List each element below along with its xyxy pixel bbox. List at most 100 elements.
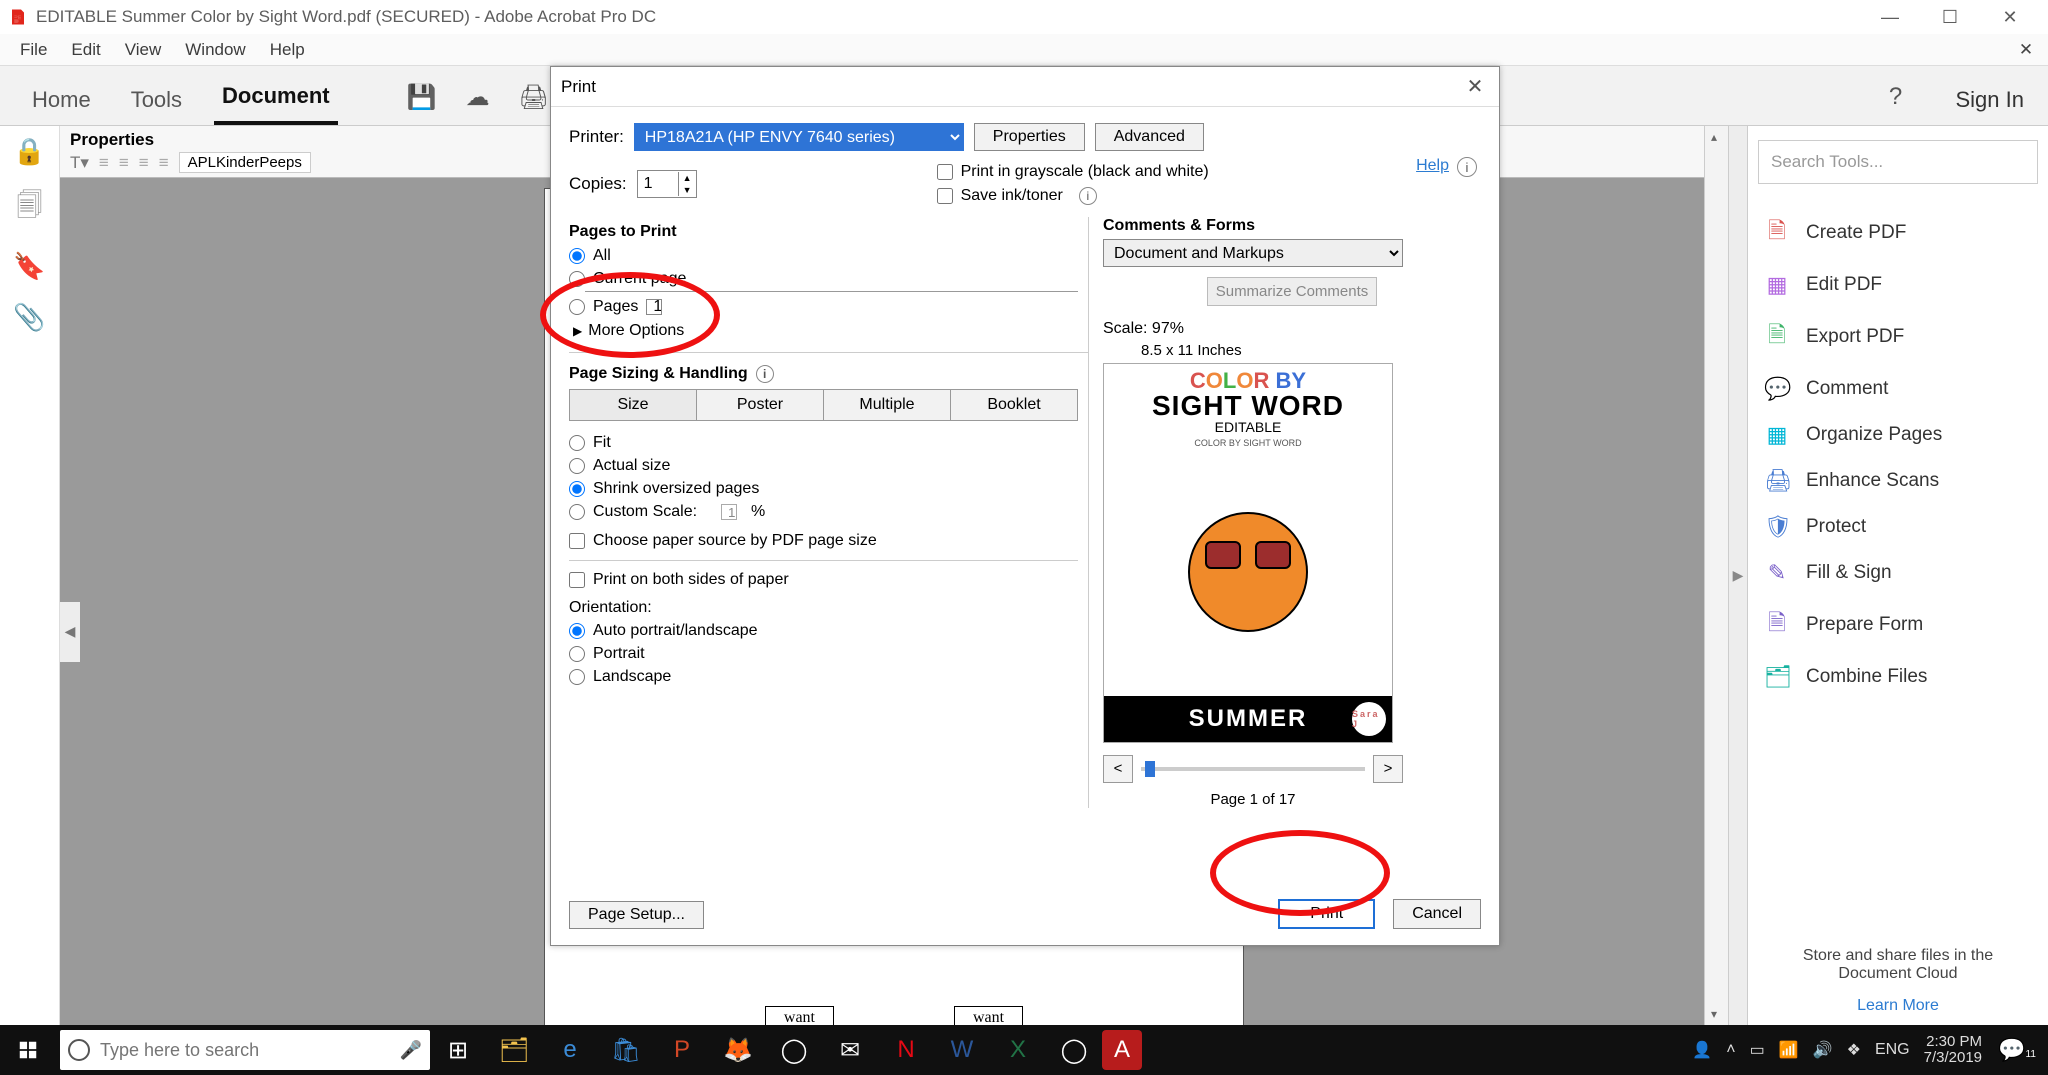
- tool-fill-sign[interactable]: ✎Fill & Sign: [1758, 552, 2038, 594]
- preview-slider[interactable]: [1141, 767, 1365, 771]
- tab-document[interactable]: Document: [214, 69, 338, 125]
- menu-edit[interactable]: Edit: [59, 36, 112, 64]
- grayscale-checkbox[interactable]: Print in grayscale (black and white): [937, 163, 1209, 181]
- radio-pages[interactable]: Pages: [569, 298, 1078, 316]
- print-icon[interactable]: 🖨: [518, 81, 550, 113]
- lock-icon[interactable]: 🔒: [13, 136, 45, 167]
- copies-input[interactable]: [638, 171, 678, 197]
- close-document-button[interactable]: ✕: [2012, 40, 2040, 60]
- pages-range-input[interactable]: [646, 299, 662, 315]
- excel-icon[interactable]: X: [990, 1025, 1046, 1075]
- tab-booklet[interactable]: Booklet: [951, 389, 1078, 421]
- dropbox-icon[interactable]: ❖: [1847, 1040, 1861, 1060]
- cancel-button[interactable]: Cancel: [1393, 899, 1481, 929]
- action-center-icon[interactable]: 💬11: [1996, 1037, 2038, 1063]
- tab-multiple[interactable]: Multiple: [824, 389, 951, 421]
- custom-scale-input[interactable]: [721, 504, 737, 520]
- tool-combine-files[interactable]: 🗂Combine Files: [1758, 656, 2038, 698]
- both-sides-checkbox[interactable]: Print on both sides of paper: [569, 571, 1078, 589]
- volume-icon[interactable]: 🔊: [1813, 1040, 1833, 1060]
- taskbar-search[interactable]: 🎤: [60, 1030, 430, 1070]
- print-button[interactable]: Print: [1278, 899, 1375, 929]
- edge-icon[interactable]: e: [542, 1025, 598, 1075]
- cloud-upload-icon[interactable]: ☁: [462, 81, 494, 113]
- maximize-button[interactable]: ☐: [1920, 0, 1980, 34]
- learn-more-link[interactable]: Learn More: [1758, 997, 2038, 1015]
- dialog-close-button[interactable]: ✕: [1461, 74, 1489, 99]
- comments-forms-select[interactable]: Document and Markups: [1103, 239, 1403, 267]
- store-icon[interactable]: 🛍: [598, 1025, 654, 1075]
- tool-export-pdf[interactable]: 🗎Export PDF: [1758, 310, 2038, 364]
- printer-select[interactable]: HP18A21A (HP ENVY 7640 series): [634, 123, 964, 151]
- radio-all[interactable]: All: [569, 247, 1078, 265]
- radio-current[interactable]: Current page: [569, 270, 1078, 288]
- sizing-info-icon[interactable]: i: [756, 365, 774, 383]
- menu-window[interactable]: Window: [173, 36, 257, 64]
- radio-fit[interactable]: Fit: [569, 434, 1078, 452]
- sign-in-link[interactable]: Sign In: [1956, 87, 2025, 113]
- language-indicator[interactable]: ENG: [1875, 1041, 1910, 1059]
- help-info-icon[interactable]: i: [1457, 157, 1477, 177]
- tab-size[interactable]: Size: [569, 389, 697, 421]
- mail-app-icon[interactable]: ✉: [822, 1025, 878, 1075]
- firefox-icon[interactable]: 🦊: [710, 1025, 766, 1075]
- pages-thumb-icon[interactable]: 🗐: [17, 187, 43, 231]
- copies-up[interactable]: ▲: [678, 172, 696, 184]
- task-view-icon[interactable]: ⊞: [430, 1025, 486, 1075]
- chrome2-icon[interactable]: ◯: [1046, 1025, 1102, 1075]
- copies-stepper[interactable]: ▲▼: [637, 170, 697, 198]
- chrome-icon[interactable]: ◯: [766, 1025, 822, 1075]
- powerpoint-icon[interactable]: P: [654, 1025, 710, 1075]
- battery-icon[interactable]: ▭: [1750, 1040, 1765, 1060]
- taskbar-clock[interactable]: 2:30 PM 7/3/2019: [1924, 1034, 1982, 1067]
- minimize-button[interactable]: —: [1860, 0, 1920, 34]
- close-window-button[interactable]: ✕: [1980, 0, 2040, 34]
- radio-landscape[interactable]: Landscape: [569, 668, 1078, 686]
- prev-page-arrow[interactable]: ◀: [60, 602, 80, 662]
- save-ink-checkbox[interactable]: Save ink/toneri: [937, 187, 1209, 205]
- align-left-icon[interactable]: ≡: [99, 153, 109, 173]
- acrobat-task-icon[interactable]: A: [1102, 1030, 1142, 1070]
- menu-file[interactable]: File: [8, 36, 59, 64]
- preview-next-button[interactable]: >: [1373, 755, 1403, 783]
- align-justify-icon[interactable]: ≡: [159, 153, 169, 173]
- tool-enhance-scans[interactable]: 🖨Enhance Scans: [1758, 460, 2038, 502]
- radio-auto-orientation[interactable]: Auto portrait/landscape: [569, 622, 1078, 640]
- tool-comment[interactable]: 💬Comment: [1758, 368, 2038, 410]
- radio-custom-scale[interactable]: Custom Scale: %: [569, 503, 1078, 521]
- mic-icon[interactable]: 🎤: [400, 1040, 422, 1061]
- menu-view[interactable]: View: [113, 36, 174, 64]
- tab-tools[interactable]: Tools: [123, 73, 190, 125]
- tool-create-pdf[interactable]: 🗎Create PDF: [1758, 206, 2038, 260]
- tool-edit-pdf[interactable]: ▦Edit PDF: [1758, 264, 2038, 306]
- align-center-icon[interactable]: ≡: [119, 153, 129, 173]
- word-icon[interactable]: W: [934, 1025, 990, 1075]
- summarize-comments-button[interactable]: Summarize Comments: [1207, 277, 1377, 306]
- page-setup-button[interactable]: Page Setup...: [569, 901, 704, 929]
- vertical-scrollbar[interactable]: [1704, 126, 1728, 1025]
- search-tools-input[interactable]: Search Tools...: [1758, 140, 2038, 184]
- choose-paper-checkbox[interactable]: Choose paper source by PDF page size: [569, 532, 1078, 550]
- help-link[interactable]: Help: [1416, 157, 1449, 175]
- font-name-chip[interactable]: APLKinderPeeps: [179, 152, 311, 173]
- radio-portrait[interactable]: Portrait: [569, 645, 1078, 663]
- right-panel-collapse[interactable]: ▶: [1728, 126, 1748, 1025]
- radio-shrink[interactable]: Shrink oversized pages: [569, 480, 1078, 498]
- tab-home[interactable]: Home: [24, 73, 99, 125]
- more-options-disclosure[interactable]: ▶More Options: [573, 322, 1078, 340]
- preview-prev-button[interactable]: <: [1103, 755, 1133, 783]
- text-tool-icon[interactable]: T▾: [70, 153, 89, 173]
- attachment-icon[interactable]: 📎: [13, 302, 45, 333]
- printer-properties-button[interactable]: Properties: [974, 123, 1085, 151]
- align-right-icon[interactable]: ≡: [139, 153, 149, 173]
- people-icon[interactable]: 👤: [1692, 1040, 1712, 1060]
- netflix-icon[interactable]: N: [878, 1025, 934, 1075]
- printer-advanced-button[interactable]: Advanced: [1095, 123, 1204, 151]
- tool-prepare-form[interactable]: 🗎Prepare Form: [1758, 598, 2038, 652]
- help-icon[interactable]: ?: [1880, 81, 1912, 113]
- start-button[interactable]: [0, 1025, 56, 1075]
- save-ink-info-icon[interactable]: i: [1079, 187, 1097, 205]
- tool-organize-pages[interactable]: ▦Organize Pages: [1758, 414, 2038, 456]
- menu-help[interactable]: Help: [258, 36, 317, 64]
- wifi-icon[interactable]: 📶: [1779, 1040, 1799, 1060]
